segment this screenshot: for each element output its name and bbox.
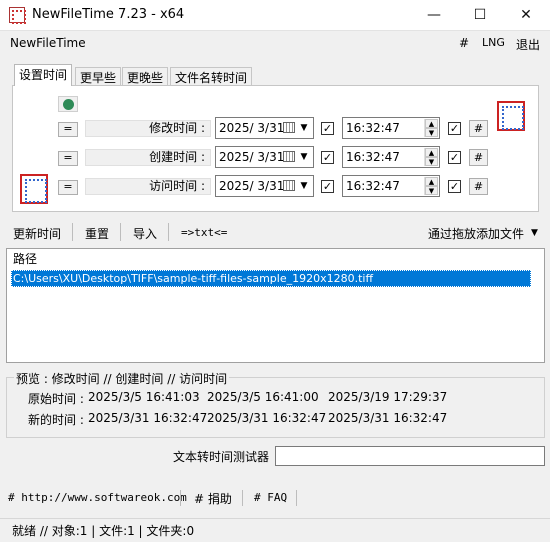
new-created: 2025/3/31 16:32:47 xyxy=(207,411,327,425)
accessed-time-checkbox[interactable]: ✓ xyxy=(448,180,461,193)
link-separator xyxy=(296,490,297,506)
new-time-label: 新的时间 : xyxy=(28,413,84,427)
close-button[interactable]: ✕ xyxy=(503,0,549,31)
calendar-icon[interactable] xyxy=(283,180,295,191)
created-time-value: 16:32:47 xyxy=(346,150,400,164)
modified-time-field[interactable]: 16:32:47 ▲ ▼ xyxy=(342,117,440,139)
menu-language[interactable]: LNG xyxy=(482,36,505,49)
drop-target-icon-left[interactable] xyxy=(20,174,48,204)
new-accessed: 2025/3/31 16:32:47 xyxy=(328,411,448,425)
calendar-icon[interactable] xyxy=(283,122,295,133)
faq-link[interactable]: # FAQ xyxy=(254,491,287,504)
created-equal-button[interactable]: = xyxy=(58,151,78,166)
website-link[interactable]: # http://www.softwareok.com xyxy=(8,491,187,504)
update-time-button[interactable]: 更新时间 xyxy=(13,225,61,242)
list-header-path[interactable]: 路径 xyxy=(13,250,37,267)
menu-hash[interactable]: # xyxy=(459,36,469,50)
tab-later[interactable]: 更晚些 xyxy=(122,67,169,86)
toolbar-separator xyxy=(72,223,73,241)
modified-date-value: 2025/ 3/31 xyxy=(219,121,285,135)
clock-button[interactable] xyxy=(58,96,78,112)
created-date-checkbox[interactable]: ✓ xyxy=(321,151,334,164)
menu-exit[interactable]: 退出 xyxy=(516,36,540,53)
maximize-button[interactable]: ☐ xyxy=(457,0,503,31)
accessed-date-value: 2025/ 3/31 xyxy=(219,179,285,193)
created-label: 创建时间 : xyxy=(85,149,211,166)
modified-equal-button[interactable]: = xyxy=(58,122,78,137)
link-separator xyxy=(180,490,181,506)
status-text: 就绪 // 对象:1 | 文件:1 | 文件夹:0 xyxy=(12,524,195,538)
modified-time-spinner[interactable]: ▲ ▼ xyxy=(424,119,438,137)
created-hash-button[interactable]: # xyxy=(469,149,488,166)
original-accessed: 2025/3/19 17:29:37 xyxy=(328,390,448,404)
minimize-button[interactable]: — xyxy=(411,0,457,31)
tab-earlier[interactable]: 更早些 xyxy=(75,67,122,86)
chevron-down-icon[interactable]: ▼ xyxy=(298,179,310,193)
created-date-picker[interactable]: 2025/ 3/31 ▼ xyxy=(215,146,314,168)
link-separator xyxy=(242,490,243,506)
modified-time-checkbox[interactable]: ✓ xyxy=(448,122,461,135)
modified-time-value: 16:32:47 xyxy=(346,121,400,135)
calendar-icon[interactable] xyxy=(283,151,295,162)
accessed-time-field[interactable]: 16:32:47 ▲ ▼ xyxy=(342,175,440,197)
toolbar-separator xyxy=(168,223,169,241)
app-icon xyxy=(9,7,26,24)
original-time-label: 原始时间 : xyxy=(28,392,84,406)
accessed-equal-button[interactable]: = xyxy=(58,180,78,195)
reset-button[interactable]: 重置 xyxy=(85,225,109,242)
chevron-down-icon[interactable]: ▼ xyxy=(298,121,310,135)
clock-icon xyxy=(62,99,74,110)
accessed-time-value: 16:32:47 xyxy=(346,179,400,193)
tester-label: 文本转时间测试器 xyxy=(173,450,270,464)
chevron-down-icon[interactable]: ▼ xyxy=(298,150,310,164)
donate-link[interactable]: # 捐助 xyxy=(194,490,232,507)
accessed-time-spinner[interactable]: ▲ ▼ xyxy=(424,177,438,195)
modified-date-checkbox[interactable]: ✓ xyxy=(321,122,334,135)
add-files-button[interactable]: 通过拖放添加文件 xyxy=(428,225,524,242)
accessed-hash-button[interactable]: # xyxy=(469,178,488,195)
tab-set-time[interactable]: 设置时间 xyxy=(14,64,73,86)
original-created: 2025/3/5 16:41:00 xyxy=(207,390,319,404)
new-modified: 2025/3/31 16:32:47 xyxy=(88,411,208,425)
accessed-label: 访问时间 : xyxy=(85,178,211,195)
created-date-value: 2025/ 3/31 xyxy=(219,150,285,164)
export-txt-button[interactable]: =>txt<= xyxy=(181,226,227,239)
drop-target-icon-right[interactable] xyxy=(497,101,525,131)
window-title: NewFileTime 7.23 - x64 xyxy=(32,7,185,22)
created-time-spinner[interactable]: ▲ ▼ xyxy=(424,148,438,166)
tab-filename-to-time[interactable]: 文件名转时间 xyxy=(170,67,253,86)
tester-input[interactable] xyxy=(275,446,545,466)
created-time-field[interactable]: 16:32:47 ▲ ▼ xyxy=(342,146,440,168)
original-modified: 2025/3/5 16:41:03 xyxy=(88,390,200,404)
accessed-date-picker[interactable]: 2025/ 3/31 ▼ xyxy=(215,175,314,197)
modified-date-picker[interactable]: 2025/ 3/31 ▼ xyxy=(215,117,314,139)
chevron-down-icon[interactable]: ▼ xyxy=(531,228,538,238)
modified-hash-button[interactable]: # xyxy=(469,120,488,137)
created-time-checkbox[interactable]: ✓ xyxy=(448,151,461,164)
list-item[interactable]: C:\Users\XU\Desktop\TIFF\sample-tiff-fil… xyxy=(11,270,531,287)
menu-app[interactable]: NewFileTime xyxy=(10,36,86,50)
accessed-date-checkbox[interactable]: ✓ xyxy=(321,180,334,193)
modified-label: 修改时间 : xyxy=(85,120,211,137)
file-list[interactable] xyxy=(6,248,545,363)
preview-heading: 预览 : 修改时间 // 创建时间 // 访问时间 xyxy=(14,370,230,387)
import-button[interactable]: 导入 xyxy=(133,225,157,242)
toolbar-separator xyxy=(120,223,121,241)
